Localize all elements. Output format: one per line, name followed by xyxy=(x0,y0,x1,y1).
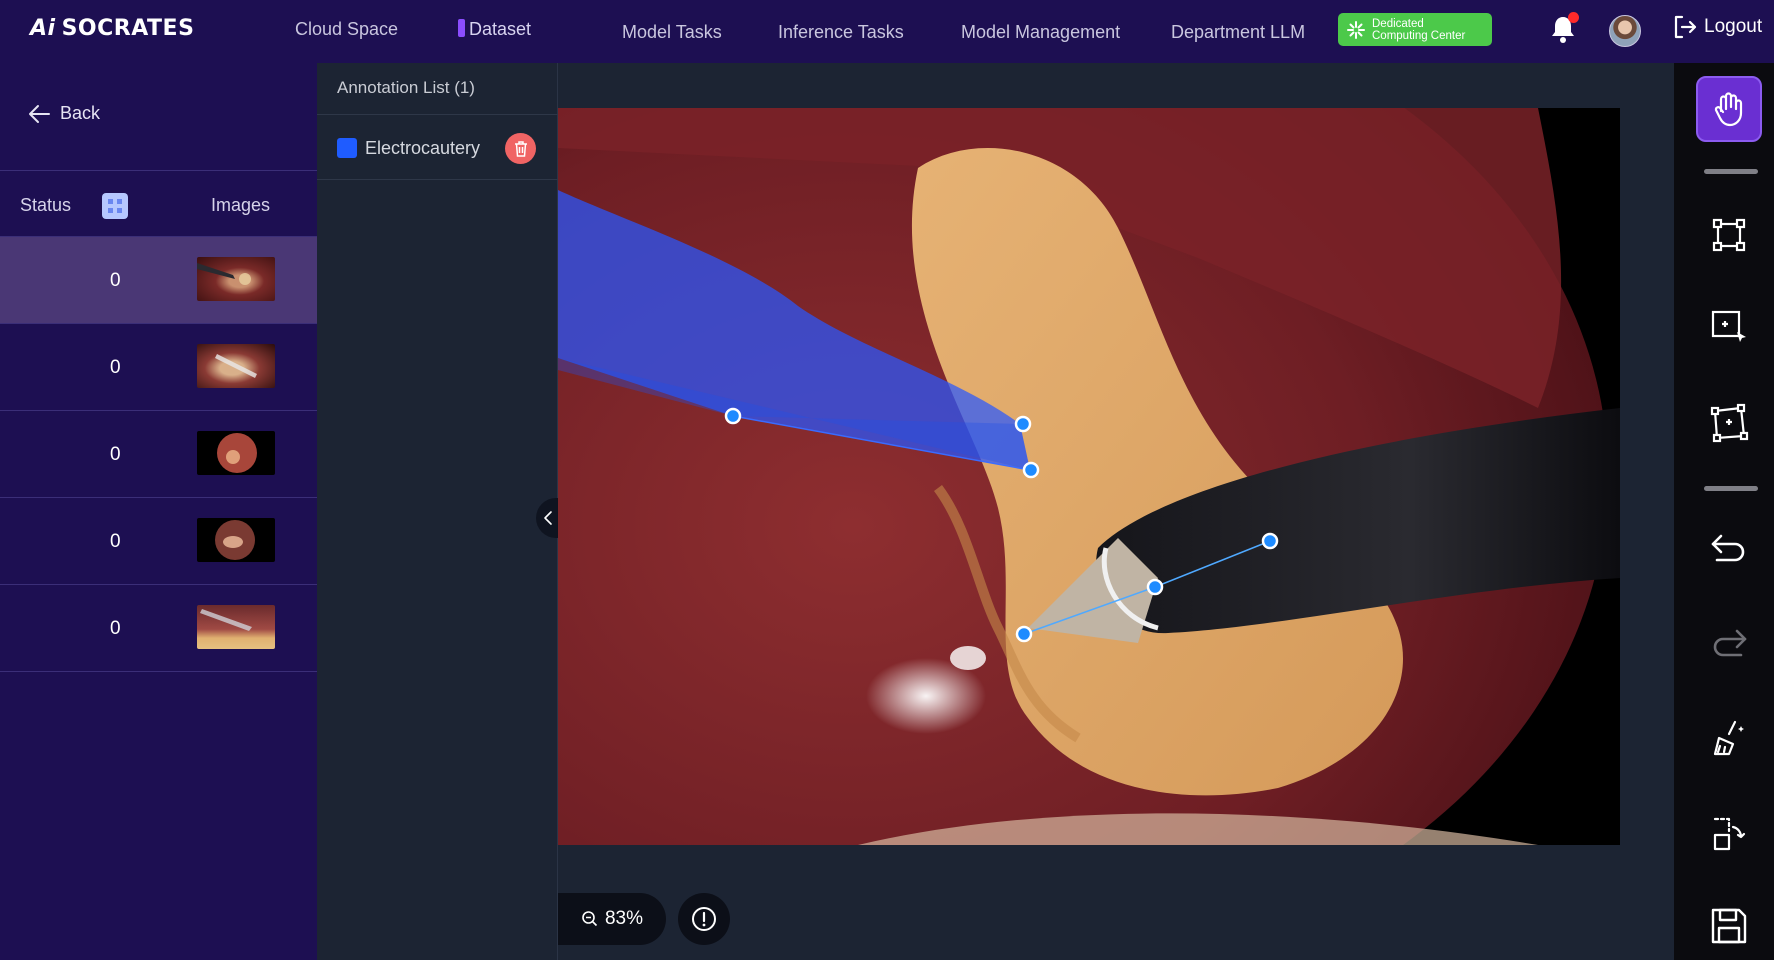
row-status: 0 xyxy=(110,444,121,465)
polygon-tool[interactable] xyxy=(1704,398,1754,448)
images-column-header: Images xyxy=(211,195,271,215)
image-thumbnail[interactable] xyxy=(197,257,275,301)
clear-button[interactable] xyxy=(1704,713,1754,763)
image-thumbnail[interactable] xyxy=(197,518,275,562)
surgical-image[interactable] xyxy=(558,108,1620,845)
nav-model-management[interactable]: Model Management xyxy=(961,22,1120,43)
image-list-header: Status Images xyxy=(0,170,317,237)
annotation-vertex[interactable] xyxy=(1261,532,1279,550)
image-thumbnail[interactable] xyxy=(197,605,275,649)
polygon-icon xyxy=(1710,403,1749,443)
annotation-list-title: Annotation List (1) xyxy=(337,78,475,97)
annotation-vertex[interactable] xyxy=(1015,625,1033,643)
compute-icon xyxy=(1347,20,1365,39)
annotation-color-swatch xyxy=(337,138,357,158)
row-status: 0 xyxy=(110,270,121,291)
status-filter-icon[interactable] xyxy=(102,193,128,219)
divider xyxy=(317,114,558,115)
row-status: 0 xyxy=(110,531,121,552)
nav-inference-tasks[interactable]: Inference Tasks xyxy=(778,22,904,43)
active-indicator xyxy=(458,19,465,37)
badge-line-1: Dedicated xyxy=(1372,17,1424,30)
annotation-vertex[interactable] xyxy=(1014,415,1032,433)
delete-annotation-button[interactable] xyxy=(505,133,536,164)
undo-button[interactable] xyxy=(1704,523,1754,573)
app-name: SOCRATES xyxy=(61,16,195,41)
image-row[interactable]: 0 xyxy=(0,585,317,672)
redo-icon xyxy=(1713,629,1747,657)
app-logo[interactable]: Ai SOCRATES xyxy=(30,16,194,41)
annotation-vertex[interactable] xyxy=(724,407,742,425)
zoom-level: 83% xyxy=(604,908,644,929)
notification-dot xyxy=(1568,12,1579,23)
smart-select-tool[interactable] xyxy=(1704,303,1754,353)
zoom-control[interactable]: 83% xyxy=(558,893,666,945)
annotation-vertex[interactable] xyxy=(1022,461,1040,479)
info-button[interactable] xyxy=(678,893,730,945)
image-row[interactable]: 0 xyxy=(0,237,317,324)
save-button[interactable] xyxy=(1704,901,1754,951)
image-thumbnail[interactable] xyxy=(197,431,275,475)
undo-icon xyxy=(1711,534,1745,562)
image-row[interactable]: 0 xyxy=(0,411,317,498)
toolbar-separator xyxy=(1704,169,1758,174)
nav-dataset-label: Dataset xyxy=(469,19,532,39)
nav-cloud-space[interactable]: Cloud Space xyxy=(295,19,398,40)
replace-button[interactable] xyxy=(1704,808,1754,858)
image-thumbnail[interactable] xyxy=(197,344,275,388)
zoom-out-icon xyxy=(582,911,598,927)
row-status: 0 xyxy=(110,357,121,378)
divider xyxy=(317,179,558,180)
image-row[interactable]: 0 xyxy=(0,324,317,411)
logout-label: Logout xyxy=(1704,16,1763,37)
hand-icon xyxy=(1714,92,1743,127)
info-icon xyxy=(692,907,716,931)
hand-tool[interactable] xyxy=(1696,76,1762,142)
tool-bar xyxy=(1674,63,1774,960)
toolbar-separator xyxy=(1704,486,1758,491)
annotation-item[interactable]: Electrocautery xyxy=(337,133,542,164)
save-icon xyxy=(1711,908,1747,944)
nav-model-tasks[interactable]: Model Tasks xyxy=(622,22,722,43)
back-label: Back xyxy=(60,103,101,123)
annotation-vertex[interactable] xyxy=(1146,578,1164,596)
image-row[interactable]: 0 xyxy=(0,498,317,585)
annotation-panel: Annotation List (1) Electrocautery xyxy=(317,63,558,960)
badge-line-2: Computing Center xyxy=(1372,29,1466,42)
clear-icon xyxy=(1713,720,1744,756)
logo-mark: Ai xyxy=(30,16,56,41)
nav-department-llm[interactable]: Department LLM xyxy=(1171,22,1305,43)
status-column-header: Status xyxy=(20,195,72,215)
row-status: 0 xyxy=(110,618,121,639)
logout-button[interactable]: Logout xyxy=(1672,14,1762,40)
smart-select-icon xyxy=(1711,310,1746,342)
bounding-box-tool[interactable] xyxy=(1704,210,1754,260)
logout-icon xyxy=(1674,15,1697,39)
image-list-panel: Back Status Images 0 0 0 0 0 xyxy=(0,63,317,960)
top-bar: Ai SOCRATES Cloud Space Dataset Model Ta… xyxy=(0,0,1774,63)
trash-icon xyxy=(514,140,527,157)
back-button[interactable]: Back xyxy=(28,103,100,124)
nav-dataset[interactable]: Dataset xyxy=(458,19,531,40)
chevron-left-icon xyxy=(544,511,552,525)
bounding-box-icon xyxy=(1712,218,1746,252)
redo-button[interactable] xyxy=(1704,618,1754,668)
arrow-left-icon xyxy=(29,104,50,123)
dedicated-computing-badge[interactable]: Dedicated Computing Center xyxy=(1338,13,1492,46)
annotation-label: Electrocautery xyxy=(365,137,481,158)
replace-icon xyxy=(1713,817,1746,851)
avatar[interactable] xyxy=(1609,15,1641,47)
